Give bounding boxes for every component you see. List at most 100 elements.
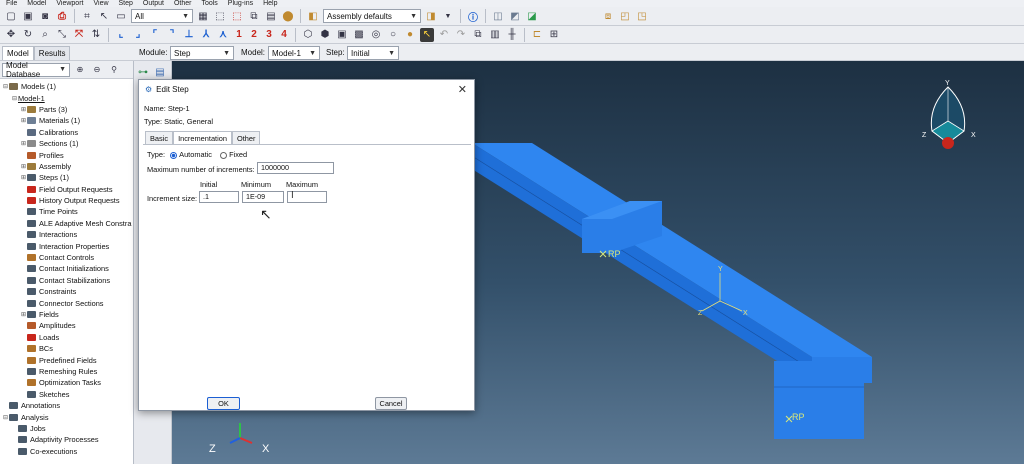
view-render-icon[interactable]: ◪ — [525, 9, 539, 23]
tree-item[interactable]: ⊞ Assembly — [0, 161, 133, 172]
box-select-icon[interactable]: ⬚ — [213, 9, 227, 23]
cube-solid-icon[interactable]: ◳ — [635, 9, 649, 23]
view-z-icon[interactable]: ⌜ — [148, 28, 162, 42]
menu-item-step[interactable]: Step — [119, 0, 133, 7]
expand-icon[interactable]: ⊕ — [73, 63, 87, 77]
tree-item[interactable]: ⊞ Steps (1) — [0, 172, 133, 183]
tree-item[interactable]: History Output Requests — [0, 195, 133, 206]
tab-model[interactable]: Model — [2, 46, 34, 60]
tree-item[interactable]: Field Output Requests — [0, 184, 133, 195]
tree-item[interactable]: Jobs — [0, 423, 133, 434]
menu-item-file[interactable]: File — [6, 0, 17, 7]
tab-other[interactable]: Other — [231, 131, 261, 145]
view-2-button[interactable]: 2 — [248, 29, 260, 40]
table-icon[interactable]: ▥ — [488, 28, 502, 42]
step-select[interactable]: Initial ▼ — [347, 46, 399, 60]
view-front-icon[interactable]: ◩ — [508, 9, 522, 23]
view-axis-icon[interactable]: ⋏ — [216, 28, 230, 42]
tab-basic[interactable]: Basic — [145, 131, 174, 145]
query-icon[interactable]: ⌗ — [80, 9, 94, 23]
tree-item[interactable]: Co-executions — [0, 446, 133, 457]
tree-item[interactable]: Constraints — [0, 286, 133, 297]
step-manager-icon[interactable]: ⊶ — [136, 65, 150, 79]
expand-toggle-icon[interactable]: ⊞ — [20, 106, 27, 113]
tree-item[interactable]: Contact Stabilizations — [0, 275, 133, 286]
view-4-button[interactable]: 4 — [278, 29, 290, 40]
tree-tool-icon[interactable]: ⊏ — [530, 28, 544, 42]
expand-toggle-icon[interactable]: ⊟ — [2, 414, 9, 421]
expand-toggle-icon[interactable]: ⊞ — [20, 117, 27, 124]
tree-item[interactable]: ⊞ Sections (1) — [0, 138, 133, 149]
tree-item[interactable]: ⊞ Parts (3) — [0, 104, 133, 115]
new-file-icon[interactable]: ▢ — [4, 9, 18, 23]
tree-item[interactable]: Contact Initializations — [0, 263, 133, 274]
menu-item-tools[interactable]: Tools — [201, 0, 217, 7]
view-neg-y-icon[interactable]: ⊥ — [182, 28, 196, 42]
tree-item[interactable]: ALE Adaptive Mesh Constra — [0, 218, 133, 229]
view-x-icon[interactable]: ⌞ — [114, 28, 128, 42]
tree-item[interactable]: Loads — [0, 332, 133, 343]
expand-toggle-icon[interactable]: ⊞ — [20, 140, 27, 147]
tree-item[interactable]: Remeshing Rules — [0, 366, 133, 377]
view-iso2-icon[interactable]: ⅄ — [199, 28, 213, 42]
expand-toggle-icon[interactable]: ⊟ — [2, 83, 9, 90]
menu-item-help[interactable]: Help — [263, 0, 277, 7]
cube-outline-icon[interactable]: ⧈ — [601, 9, 615, 23]
menu-item-model[interactable]: Model — [27, 0, 46, 7]
model-select[interactable]: Model-1 ▼ — [268, 46, 320, 60]
view-cube[interactable] — [930, 86, 966, 149]
zoom-box-icon[interactable]: ⤡ — [55, 28, 69, 42]
expand-toggle-icon[interactable]: ⊞ — [20, 174, 27, 181]
box-select-red-icon[interactable]: ⬚ — [230, 9, 244, 23]
pan-icon[interactable]: ✥ — [4, 28, 18, 42]
select-icon[interactable]: ↖ — [97, 9, 111, 23]
tree-item[interactable]: Interactions — [0, 229, 133, 240]
cube-shaded-icon[interactable]: ◰ — [618, 9, 632, 23]
cycle-views-icon[interactable]: ⇅ — [89, 28, 103, 42]
tab-results[interactable]: Results — [33, 46, 71, 60]
tree-item[interactable]: BCs — [0, 343, 133, 354]
selection-filter-icon[interactable]: ▭ — [114, 9, 128, 23]
tree-item[interactable]: Profiles — [0, 149, 133, 160]
tree-item[interactable]: ⊟ Models (1) — [0, 81, 133, 92]
tree-item[interactable]: Annotations — [0, 400, 133, 411]
tree-item[interactable]: Sketches — [0, 389, 133, 400]
minimum-increment-input[interactable]: 1E-09 — [242, 191, 284, 203]
cancel-button[interactable]: Cancel — [375, 397, 407, 410]
module-select[interactable]: Step ▼ — [170, 46, 234, 60]
grid-icon[interactable]: ▦ — [196, 9, 210, 23]
shaded-icon[interactable]: ▣ — [335, 28, 349, 42]
tree-item[interactable]: ⊞ Fields — [0, 309, 133, 320]
copy-view-icon[interactable]: ⧉ — [471, 28, 485, 42]
output-manager-icon[interactable]: ▤ — [153, 65, 167, 79]
view-1-button[interactable]: 1 — [233, 29, 245, 40]
render-defaults-select[interactable]: Assembly defaults ▼ — [323, 9, 421, 23]
tree-item[interactable]: Connector Sections — [0, 297, 133, 308]
tree-item[interactable]: Time Points — [0, 206, 133, 217]
hidden-line-icon[interactable]: ⬢ — [318, 28, 332, 42]
menu-item-view[interactable]: View — [93, 0, 108, 7]
save-icon[interactable]: ◙ — [38, 9, 52, 23]
view-neg-x-icon[interactable]: ⌝ — [165, 28, 179, 42]
info-icon[interactable]: ⓘ — [466, 9, 480, 24]
filter-icon[interactable]: ⚲ — [107, 63, 121, 77]
zoom-icon[interactable]: ⌕ — [38, 28, 52, 42]
tree-item[interactable]: Interaction Properties — [0, 240, 133, 251]
tree-item[interactable]: Optimization Tasks — [0, 377, 133, 388]
menu-item-viewport[interactable]: Viewport — [56, 0, 83, 7]
tree-item[interactable]: Predefined Fields — [0, 354, 133, 365]
automatic-radio[interactable] — [170, 151, 178, 159]
close-icon[interactable]: ✕ — [458, 83, 467, 96]
undo-icon[interactable]: ↶ — [437, 28, 451, 42]
filter-select[interactable]: All ▼ — [131, 9, 193, 23]
layers-icon[interactable]: ⧉ — [247, 9, 261, 23]
color-code-icon[interactable]: ◨ — [424, 9, 438, 23]
sphere-icon[interactable]: ○ — [386, 28, 400, 42]
menu-item-other[interactable]: Other — [174, 0, 192, 7]
fit-view-icon[interactable]: ⤧ — [72, 28, 86, 42]
menu-item-plugins[interactable]: Plug-ins — [228, 0, 253, 7]
render-style-icon[interactable]: ◧ — [306, 9, 320, 23]
tab-incrementation[interactable]: Incrementation — [173, 131, 232, 145]
tree-item[interactable]: ⊟ Model-1 — [0, 92, 133, 103]
tree-item[interactable]: Amplitudes — [0, 320, 133, 331]
